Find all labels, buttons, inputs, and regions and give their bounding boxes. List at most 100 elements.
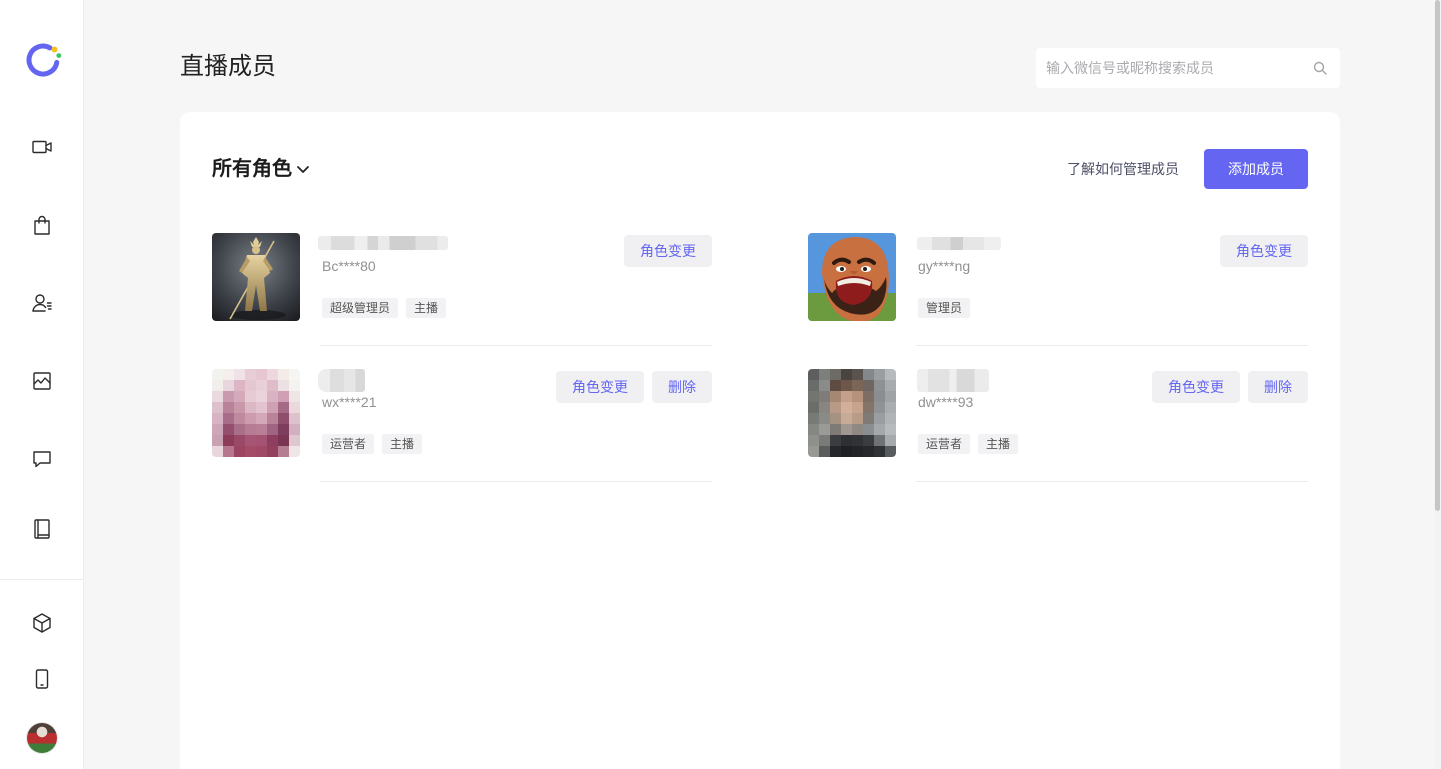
avatar-pixel <box>267 402 279 414</box>
members-card: 所有角色 了解如何管理成员 添加成员 Bc****80 超级管理员 主播 角色变… <box>180 112 1340 769</box>
avatar-pixel <box>267 391 279 403</box>
avatar-pixel <box>289 435 300 447</box>
member-divider <box>916 345 1308 346</box>
app-logo-icon[interactable] <box>21 37 65 81</box>
avatar-pixel <box>267 446 279 457</box>
change-role-button[interactable]: 角色变更 <box>556 371 644 403</box>
page-scrollbar[interactable] <box>1434 0 1441 769</box>
sidebar-item-plugins[interactable] <box>22 603 62 643</box>
avatar-pixel <box>289 369 300 381</box>
avatar-pixel <box>819 413 831 425</box>
manage-members-help-link[interactable]: 了解如何管理成员 <box>1067 159 1179 179</box>
avatar-pixel <box>885 435 896 447</box>
avatar-pixel <box>852 402 864 414</box>
avatar-pixel <box>830 446 842 457</box>
avatar-pixel <box>852 446 864 457</box>
avatar-pixel <box>245 446 257 457</box>
image-chart-icon <box>33 372 51 390</box>
search-input[interactable] <box>1036 48 1340 88</box>
sidebar-item-docs[interactable] <box>22 509 62 549</box>
member-account: wx****21 <box>322 394 377 410</box>
search-icon[interactable] <box>1313 61 1327 75</box>
member-card: gy****ng 管理员 角色变更 <box>808 233 1308 369</box>
member-nickname-masked <box>318 236 448 250</box>
avatar-pixel <box>863 402 875 414</box>
scrollbar-thumb[interactable] <box>1435 0 1440 511</box>
role-tag: 管理员 <box>918 298 971 318</box>
member-nickname-masked <box>917 237 1001 250</box>
avatar-pixel <box>245 380 257 392</box>
avatar-pixel <box>808 446 820 457</box>
avatar-pixel <box>885 402 896 414</box>
avatar-pixel <box>841 413 853 425</box>
avatar-pixel <box>863 391 875 403</box>
user-avatar-icon[interactable] <box>27 723 57 753</box>
search-box <box>1036 48 1340 88</box>
avatar-pixel <box>256 369 268 381</box>
avatar-pixel <box>863 446 875 457</box>
change-role-button[interactable]: 角色变更 <box>1220 235 1308 267</box>
member-account: dw****93 <box>918 394 974 410</box>
avatar-pixel <box>830 391 842 403</box>
avatar-pixel <box>223 435 235 447</box>
change-role-button[interactable]: 角色变更 <box>1152 371 1240 403</box>
avatar-pixel <box>245 424 257 436</box>
avatar-pixel <box>819 402 831 414</box>
phone-icon <box>35 669 49 689</box>
add-member-button[interactable]: 添加成员 <box>1204 149 1308 189</box>
avatar-pixel <box>245 391 257 403</box>
role-tag: 主播 <box>382 434 423 454</box>
member-avatar <box>212 233 300 321</box>
avatar-pixel <box>808 435 820 447</box>
role-tag: 超级管理员 <box>322 298 399 318</box>
avatar-pixel <box>278 380 290 392</box>
avatar-pixel <box>256 435 268 447</box>
role-filter-dropdown[interactable]: 所有角色 <box>212 155 310 183</box>
avatar-pixel <box>212 402 224 414</box>
avatar-pixel <box>223 413 235 425</box>
avatar-pixel <box>289 402 300 414</box>
avatar-pixel <box>874 424 886 436</box>
avatar-pixel <box>289 424 300 436</box>
sidebar-item-mobile[interactable] <box>22 659 62 699</box>
avatar-pixel <box>212 391 224 403</box>
member-nickname-masked <box>917 369 989 392</box>
chat-bubble-icon <box>33 451 51 468</box>
role-tag: 运营者 <box>918 434 971 454</box>
avatar-pixel <box>841 424 853 436</box>
avatar-pixel <box>245 402 257 414</box>
delete-member-button[interactable]: 删除 <box>1248 371 1308 403</box>
user-list-icon <box>32 294 52 312</box>
avatar-pixel <box>223 380 235 392</box>
avatar-pixel <box>267 380 279 392</box>
avatar-pixel <box>852 369 864 381</box>
avatar-pixel <box>885 446 896 457</box>
avatar-pixel <box>830 402 842 414</box>
sidebar <box>0 0 84 769</box>
avatar-pixel <box>852 424 864 436</box>
avatar-pixel <box>212 435 224 447</box>
avatar-pixel <box>234 380 246 392</box>
change-role-button[interactable]: 角色变更 <box>624 235 712 267</box>
avatar-pixel <box>874 413 886 425</box>
member-card: Bc****80 超级管理员 主播 角色变更 <box>212 233 712 369</box>
avatar-pixel <box>267 369 279 381</box>
avatar-pixel <box>852 413 864 425</box>
avatar-pixel <box>267 435 279 447</box>
sidebar-item-live[interactable] <box>22 127 62 167</box>
avatar-pixel <box>212 446 224 457</box>
avatar-pixel <box>830 424 842 436</box>
sidebar-item-goods[interactable] <box>22 205 62 245</box>
avatar-pixel <box>234 369 246 381</box>
sidebar-item-messages[interactable] <box>22 439 62 479</box>
shopping-bag-icon <box>34 215 50 235</box>
avatar-pixel <box>212 424 224 436</box>
avatar-pixel <box>212 413 224 425</box>
avatar-pixel <box>267 413 279 425</box>
sidebar-item-data[interactable] <box>22 361 62 401</box>
sidebar-item-members[interactable] <box>22 283 62 323</box>
avatar-pixel <box>223 391 235 403</box>
avatar-pixel <box>808 369 820 381</box>
role-tag: 主播 <box>406 298 447 318</box>
delete-member-button[interactable]: 删除 <box>652 371 712 403</box>
